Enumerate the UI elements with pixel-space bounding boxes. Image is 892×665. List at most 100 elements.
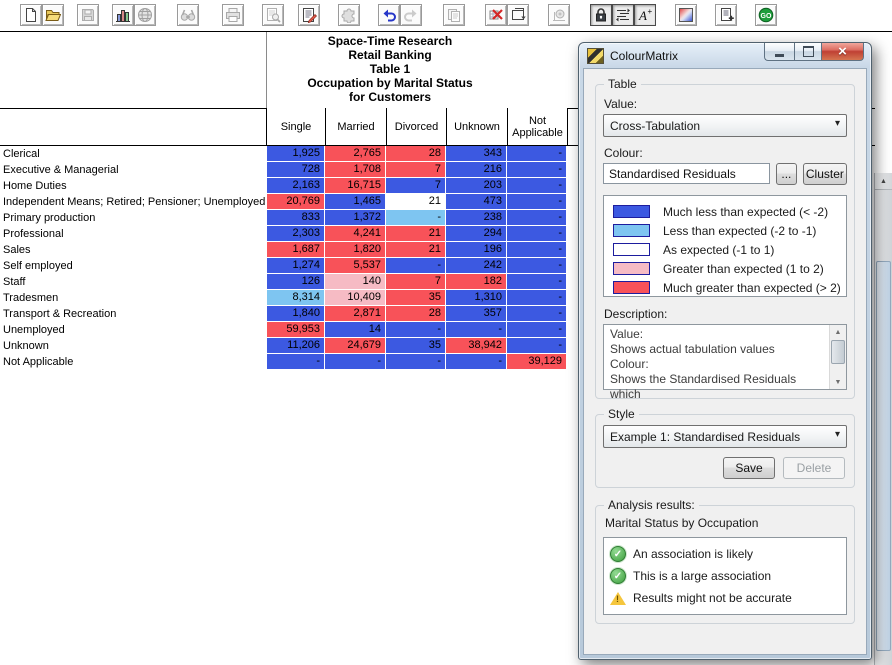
table-cell[interactable]: -: [507, 290, 567, 306]
table-cell[interactable]: 5,537: [325, 258, 386, 274]
close-button[interactable]: ×: [822, 43, 864, 61]
table-cell[interactable]: 20,769: [267, 194, 325, 210]
description-scrollbar[interactable]: ▲ ▼: [829, 325, 846, 389]
table-cell[interactable]: -: [386, 354, 446, 370]
scroll-down-icon[interactable]: ▼: [830, 375, 846, 389]
table-cell[interactable]: 203: [446, 178, 507, 194]
maximize-button[interactable]: [794, 43, 822, 61]
row-label[interactable]: Home Duties: [0, 178, 266, 194]
toolbar-copy-button[interactable]: [443, 4, 465, 26]
toolbar-edit-annotations-button[interactable]: [298, 4, 320, 26]
table-cell[interactable]: 1,465: [325, 194, 386, 210]
row-label[interactable]: Staff: [0, 274, 266, 290]
table-cell[interactable]: -: [507, 242, 567, 258]
table-cell[interactable]: -: [386, 210, 446, 226]
table-cell[interactable]: 294: [446, 226, 507, 242]
column-header[interactable]: Divorced: [387, 108, 447, 145]
table-cell[interactable]: 21: [386, 194, 446, 210]
table-cell[interactable]: 39,129: [507, 354, 567, 370]
row-label[interactable]: Tradesmen: [0, 290, 266, 306]
row-label[interactable]: Clerical: [0, 146, 266, 162]
table-cell[interactable]: -: [446, 322, 507, 338]
toolbar-print-preview-button[interactable]: [262, 4, 284, 26]
row-label[interactable]: Unknown: [0, 338, 266, 354]
row-label[interactable]: Independent Means; Retired; Pensioner; U…: [0, 194, 266, 210]
table-cell[interactable]: -: [507, 210, 567, 226]
row-label[interactable]: Not Applicable: [0, 354, 266, 370]
window-vertical-scrollbar[interactable]: [874, 173, 892, 665]
row-label[interactable]: Transport & Recreation: [0, 306, 266, 322]
toolbar-add-document-button[interactable]: [715, 4, 737, 26]
table-cell[interactable]: 357: [446, 306, 507, 322]
column-header[interactable]: Not Applicable: [508, 108, 568, 145]
table-cell[interactable]: 7: [386, 274, 446, 290]
toolbar-target-button[interactable]: [548, 4, 570, 26]
table-cell[interactable]: 1,820: [325, 242, 386, 258]
table-cell[interactable]: 21: [386, 226, 446, 242]
table-cell[interactable]: 216: [446, 162, 507, 178]
table-cell[interactable]: 16,715: [325, 178, 386, 194]
table-cell[interactable]: 24,679: [325, 338, 386, 354]
table-cell[interactable]: 7: [386, 178, 446, 194]
table-cell[interactable]: 35: [386, 290, 446, 306]
legend-item[interactable]: As expected (-1 to 1): [604, 240, 846, 259]
table-cell[interactable]: -: [507, 146, 567, 162]
row-label[interactable]: Sales: [0, 242, 266, 258]
toolbar-print-button[interactable]: [222, 4, 244, 26]
table-cell[interactable]: -: [267, 354, 325, 370]
table-cell[interactable]: 7: [386, 162, 446, 178]
table-cell[interactable]: -: [325, 354, 386, 370]
table-cell[interactable]: -: [507, 274, 567, 290]
browse-button[interactable]: ...: [776, 163, 797, 185]
toolbar-colour-matrix-button[interactable]: [675, 4, 697, 26]
cluster-button[interactable]: Cluster: [803, 163, 847, 185]
table-cell[interactable]: -: [507, 306, 567, 322]
scroll-up-icon[interactable]: [875, 173, 892, 190]
table-cell[interactable]: 1,925: [267, 146, 325, 162]
legend-item[interactable]: Greater than expected (1 to 2): [604, 259, 846, 278]
table-cell[interactable]: 1,840: [267, 306, 325, 322]
scrollbar-thumb[interactable]: [876, 261, 891, 651]
table-cell[interactable]: -: [507, 194, 567, 210]
colour-input[interactable]: [603, 163, 770, 184]
table-cell[interactable]: -: [507, 226, 567, 242]
toolbar-globe-button[interactable]: [134, 4, 156, 26]
toolbar-go-button[interactable]: GO: [755, 4, 777, 26]
row-label[interactable]: Unemployed: [0, 322, 266, 338]
table-cell[interactable]: 8,314: [267, 290, 325, 306]
table-cell[interactable]: 21: [386, 242, 446, 258]
column-header[interactable]: Unknown: [447, 108, 508, 145]
table-cell[interactable]: 196: [446, 242, 507, 258]
toolbar-open-folder-button[interactable]: [42, 4, 64, 26]
table-cell[interactable]: 10,409: [325, 290, 386, 306]
toolbar-save-button[interactable]: [77, 4, 99, 26]
table-cell[interactable]: -: [386, 258, 446, 274]
table-cell[interactable]: -: [507, 258, 567, 274]
table-cell[interactable]: 728: [267, 162, 325, 178]
toolbar-find-binoculars-button[interactable]: [177, 4, 199, 26]
toolbar-field-order-button[interactable]: [612, 4, 634, 26]
table-cell[interactable]: 1,372: [325, 210, 386, 226]
toolbar-font-size-button[interactable]: A+: [634, 4, 656, 26]
table-cell[interactable]: 343: [446, 146, 507, 162]
row-label[interactable]: Executive & Managerial: [0, 162, 266, 178]
table-cell[interactable]: -: [446, 354, 507, 370]
table-cell[interactable]: -: [386, 322, 446, 338]
toolbar-bar-chart-button[interactable]: [112, 4, 134, 26]
table-cell[interactable]: 1,708: [325, 162, 386, 178]
table-cell[interactable]: 1,274: [267, 258, 325, 274]
table-cell[interactable]: 1,310: [446, 290, 507, 306]
style-combobox[interactable]: Example 1: Standardised Residuals: [603, 425, 847, 448]
table-cell[interactable]: -: [507, 178, 567, 194]
row-label[interactable]: Primary production: [0, 210, 266, 226]
column-header[interactable]: Married: [326, 108, 387, 145]
legend-item[interactable]: Much greater than expected (> 2): [604, 278, 846, 297]
toolbar-transpose-table-button[interactable]: [507, 4, 529, 26]
table-cell[interactable]: 473: [446, 194, 507, 210]
toolbar-redo-button[interactable]: [400, 4, 422, 26]
value-combobox[interactable]: Cross-Tabulation: [603, 114, 847, 137]
table-cell[interactable]: 238: [446, 210, 507, 226]
table-cell[interactable]: 38,942: [446, 338, 507, 354]
minimize-button[interactable]: [764, 43, 794, 61]
scroll-up-icon[interactable]: ▲: [830, 325, 846, 339]
